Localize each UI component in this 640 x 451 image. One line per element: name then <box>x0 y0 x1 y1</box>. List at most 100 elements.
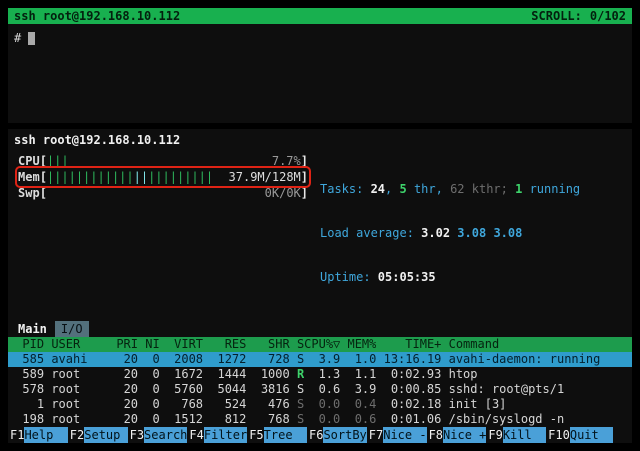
load-average-line: Load average: 3.02 3.08 3.08 <box>320 225 580 241</box>
process-row[interactable]: 198 root 20 0 1512 812 768 S 0.0 0.6 0:0… <box>8 412 632 427</box>
running-label: running <box>522 182 580 196</box>
fn-action-label: Nice + <box>443 427 486 443</box>
fn-action-label: Quit <box>570 427 613 443</box>
cell-res: 812 <box>203 412 246 427</box>
cpu-meter-label: CPU <box>18 153 40 169</box>
cell-cpu: 0.6 <box>304 382 340 397</box>
mem-meter-bars-used: |||||||||||| <box>47 169 134 185</box>
column-header-res[interactable]: RES <box>203 337 246 352</box>
process-row[interactable]: 1 root 20 0 768 524 476 S 0.0 0.4 0:02.1… <box>8 397 632 412</box>
cell-pri: 20 <box>109 412 138 427</box>
cpu-meter-close-bracket: ] <box>301 153 308 169</box>
fn-key-label: F1 <box>8 427 24 443</box>
process-row-selected[interactable]: 585 avahi 20 0 2008 1272 728 S 3.9 1.0 1… <box>8 352 632 367</box>
fn-key-label: F2 <box>68 427 84 443</box>
column-header-user[interactable]: USER <box>44 337 109 352</box>
cell-shr: 728 <box>246 352 289 367</box>
fn-nice-minus[interactable]: F7Nice - <box>367 427 427 443</box>
fn-key-label: F10 <box>546 427 570 443</box>
uptime-value: 05:05:35 <box>378 270 436 284</box>
cell-command: sshd: root@pts/1 <box>441 382 632 397</box>
fn-kill[interactable]: F9Kill <box>486 427 546 443</box>
fn-sortby[interactable]: F6SortBy <box>307 427 367 443</box>
fn-key-label: F9 <box>486 427 502 443</box>
cpu-meter-bars: ||| <box>47 153 69 169</box>
fn-action-label: SortBy <box>323 427 366 443</box>
column-header-cpu[interactable]: CPU%▽ <box>304 337 340 352</box>
cell-user: root <box>44 397 109 412</box>
cell-time: 13:16.19 <box>376 352 441 367</box>
cell-ni: 0 <box>138 397 160 412</box>
mem-meter-label: Mem <box>18 169 40 185</box>
shell-prompt-line[interactable]: # <box>8 24 632 52</box>
fn-setup[interactable]: F2Setup <box>68 427 128 443</box>
cpu-meter-value: 7.7% <box>272 153 301 169</box>
column-header-state[interactable]: S <box>297 337 304 352</box>
tasks-comma: , <box>385 182 399 196</box>
fn-help[interactable]: F1Help <box>8 427 68 443</box>
cell-ni: 0 <box>138 382 160 397</box>
column-header-virt[interactable]: VIRT <box>160 337 203 352</box>
process-table-header: PID USER PRI NI VIRT RES SHR S CPU%▽ MEM… <box>8 337 632 352</box>
fn-key-label: F5 <box>247 427 263 443</box>
process-row[interactable]: 578 root 20 0 5760 5044 3816 S 0.6 3.9 0… <box>8 382 632 397</box>
htop-view: CPU[|||7.7%] Mem[|||||||||||||||||||||||… <box>8 149 632 443</box>
cell-command: htop <box>441 367 632 382</box>
fn-action-label: Search <box>144 427 187 443</box>
column-header-time[interactable]: TIME+ <box>376 337 441 352</box>
mem-meter-open-bracket: [ <box>40 169 47 185</box>
tasks-line: Tasks: 24, 5 thr, 62 kthr; 1 running <box>320 181 580 197</box>
fn-action-label: Filter <box>204 427 247 443</box>
column-header-pri[interactable]: PRI <box>109 337 138 352</box>
column-header-ni[interactable]: NI <box>138 337 160 352</box>
fn-key-label: F8 <box>427 427 443 443</box>
cell-time: 0:00.85 <box>376 382 441 397</box>
cell-cpu: 0.0 <box>304 397 340 412</box>
column-header-command[interactable]: Command <box>441 337 632 352</box>
meters-column: CPU[|||7.7%] Mem[|||||||||||||||||||||||… <box>8 153 308 313</box>
function-key-bar: F1Help F2Setup F3Search F4Filter F5Tree … <box>8 427 632 443</box>
column-header-shr[interactable]: SHR <box>246 337 289 352</box>
tab-io[interactable]: I/O <box>55 321 89 337</box>
terminal-screen: ssh root@192.168.10.112 SCROLL: 0/102 # … <box>0 0 640 451</box>
fn-action-label: Kill <box>503 427 546 443</box>
cell-pri: 20 <box>109 382 138 397</box>
fn-nice-plus[interactable]: F8Nice + <box>427 427 487 443</box>
cell-time: 0:02.18 <box>376 397 441 412</box>
cell-virt: 768 <box>160 397 203 412</box>
cell-res: 1444 <box>203 367 246 382</box>
column-header-pid[interactable]: PID <box>8 337 44 352</box>
tasks-count: 24 <box>371 182 385 196</box>
scroll-label: SCROLL: <box>531 8 582 24</box>
cell-mem: 1.1 <box>340 367 376 382</box>
mem-meter-bars-shared: || <box>134 169 148 185</box>
cell-mem: 3.9 <box>340 382 376 397</box>
cell-state: R <box>297 367 304 382</box>
top-status-bar: ssh root@192.168.10.112 SCROLL: 0/102 <box>8 8 632 24</box>
top-terminal-pane[interactable]: ssh root@192.168.10.112 SCROLL: 0/102 # <box>8 8 632 123</box>
cell-ni: 0 <box>138 367 160 382</box>
fn-quit[interactable]: F10Quit <box>546 427 613 443</box>
tab-main[interactable]: Main <box>18 321 47 337</box>
swp-meter: Swp[0K/0K] <box>18 185 308 201</box>
threads-label: thr, <box>407 182 450 196</box>
fn-search[interactable]: F3Search <box>128 427 188 443</box>
fn-tree[interactable]: F5Tree <box>247 427 307 443</box>
cell-command: avahi-daemon: running <box>441 352 632 367</box>
bottom-terminal-pane[interactable]: ssh root@192.168.10.112 CPU[|||7.7%] Mem… <box>8 129 632 443</box>
mem-meter: Mem[|||||||||||||||||||||||37.9M/128M] <box>18 169 308 185</box>
shell-prompt: # <box>14 31 21 45</box>
cell-user: root <box>44 367 109 382</box>
cell-mem: 0.4 <box>340 397 376 412</box>
cell-cpu: 1.3 <box>304 367 340 382</box>
cell-res: 5044 <box>203 382 246 397</box>
fn-filter[interactable]: F4Filter <box>187 427 247 443</box>
cell-res: 524 <box>203 397 246 412</box>
cell-command: init [3] <box>441 397 632 412</box>
fn-action-label: Help <box>24 427 67 443</box>
process-row[interactable]: 589 root 20 0 1672 1444 1000 R 1.3 1.1 0… <box>8 367 632 382</box>
cell-res: 1272 <box>203 352 246 367</box>
column-header-mem[interactable]: MEM% <box>340 337 376 352</box>
cell-shr: 476 <box>246 397 289 412</box>
cell-virt: 5760 <box>160 382 203 397</box>
